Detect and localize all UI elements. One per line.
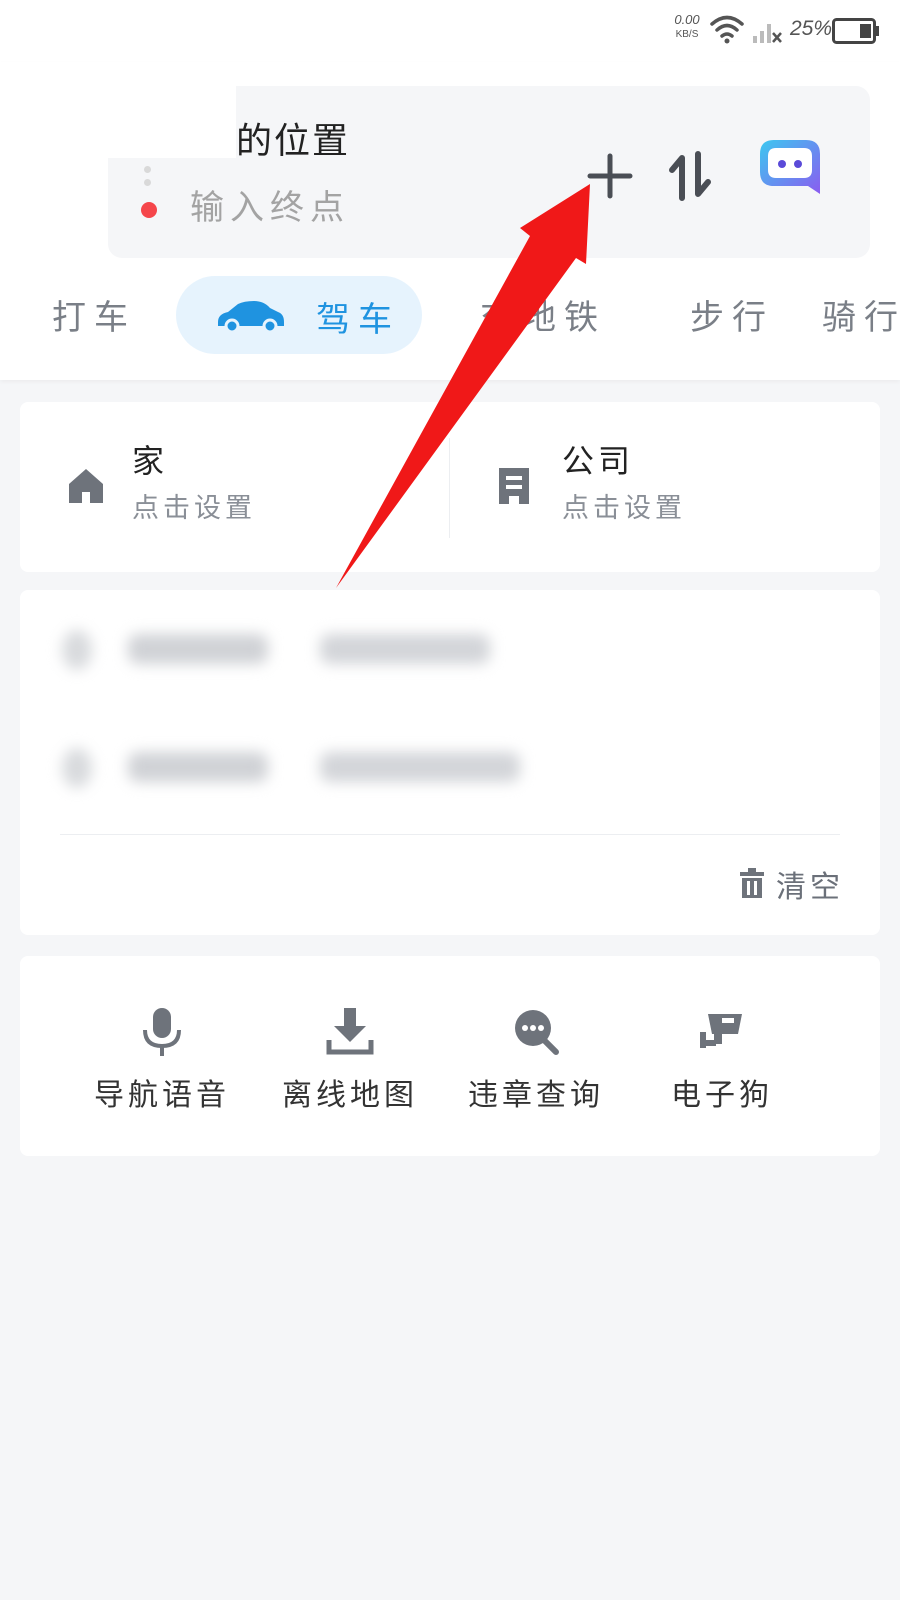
start-location-text[interactable]: 的位置 xyxy=(236,112,350,164)
home-title: 家 xyxy=(132,442,169,480)
camera-icon xyxy=(700,1014,742,1048)
tab-bike[interactable]: 骑行 xyxy=(822,290,900,339)
home-subtitle: 点击设置 xyxy=(132,493,256,524)
network-speed: 0.00 KB/S xyxy=(670,12,704,42)
company-place[interactable]: 公司 点击设置 xyxy=(450,402,880,572)
history-text-redacted xyxy=(128,752,268,782)
history-item[interactable] xyxy=(20,598,880,698)
battery-percent: 25% xyxy=(790,17,833,40)
company-subtitle: 点击设置 xyxy=(562,493,686,524)
start-location-mask xyxy=(108,82,236,158)
route-header: 的位置 输入终点 打车 驾车 交地铁 步行 骑行 xyxy=(0,62,900,380)
download-icon xyxy=(326,1008,374,1055)
history-divider xyxy=(60,834,840,835)
company-title: 公司 xyxy=(562,442,635,480)
trash-icon xyxy=(740,868,764,898)
route-connector-dots xyxy=(144,166,151,192)
office-building-icon xyxy=(499,468,529,504)
tab-walk[interactable]: 步行 xyxy=(690,290,774,339)
status-bar: 0.00 KB/S 25% xyxy=(0,0,900,62)
tool-label: 违章查询 xyxy=(468,1078,604,1113)
assistant-bubble-icon[interactable] xyxy=(754,136,824,200)
app-screen: 0.00 KB/S 25% 的位置 输入终点 打车 驾车 交地铁 步行 骑行 家… xyxy=(0,0,900,1600)
battery-icon xyxy=(832,18,879,44)
tool-violation-query[interactable]: 违章查询 xyxy=(456,1006,616,1126)
tab-drive[interactable]: 驾车 xyxy=(176,276,422,354)
destination-input[interactable] xyxy=(190,182,550,234)
tool-speed-camera[interactable]: 电子狗 xyxy=(642,1006,802,1126)
saved-places-card: 家 点击设置 公司 点击设置 xyxy=(20,402,880,572)
tool-nav-voice[interactable]: 导航语音 xyxy=(82,1006,242,1126)
clear-history-button[interactable]: 清空 xyxy=(738,862,844,906)
history-item[interactable] xyxy=(20,716,880,816)
signal-icon xyxy=(753,24,782,43)
tab-transit[interactable]: 交地铁 xyxy=(480,290,606,339)
history-text-redacted xyxy=(128,634,268,664)
plus-icon[interactable] xyxy=(580,146,640,206)
search-history-card: 清空 xyxy=(20,590,880,935)
history-text-redacted xyxy=(320,752,520,782)
route-search-card: 的位置 xyxy=(108,82,870,258)
tab-drive-label: 驾车 xyxy=(316,300,400,340)
wifi-icon xyxy=(710,15,744,44)
network-speed-value: 0.00 xyxy=(674,12,700,27)
travel-mode-tabs: 打车 驾车 交地铁 步行 骑行 xyxy=(0,272,900,362)
microphone-icon xyxy=(143,1008,181,1056)
tool-offline-map[interactable]: 离线地图 xyxy=(270,1006,430,1126)
tool-label: 离线地图 xyxy=(282,1078,418,1113)
home-place[interactable]: 家 点击设置 xyxy=(20,402,450,572)
history-text-redacted xyxy=(320,634,490,664)
car-icon xyxy=(218,301,284,332)
end-point-dot xyxy=(141,202,157,218)
history-pin-icon xyxy=(62,630,92,670)
tools-card: 导航语音 离线地图 违章查询 电子狗 xyxy=(20,956,880,1156)
network-speed-unit: KB/S xyxy=(675,29,699,40)
home-icon xyxy=(69,469,103,503)
tool-label: 导航语音 xyxy=(94,1078,230,1113)
search-chat-icon xyxy=(515,1010,559,1055)
history-pin-icon xyxy=(62,748,92,788)
tool-label: 电子狗 xyxy=(671,1078,773,1113)
tab-taxi[interactable]: 打车 xyxy=(52,290,136,339)
clear-history-label: 清空 xyxy=(776,870,844,905)
swap-icon[interactable] xyxy=(660,146,720,206)
